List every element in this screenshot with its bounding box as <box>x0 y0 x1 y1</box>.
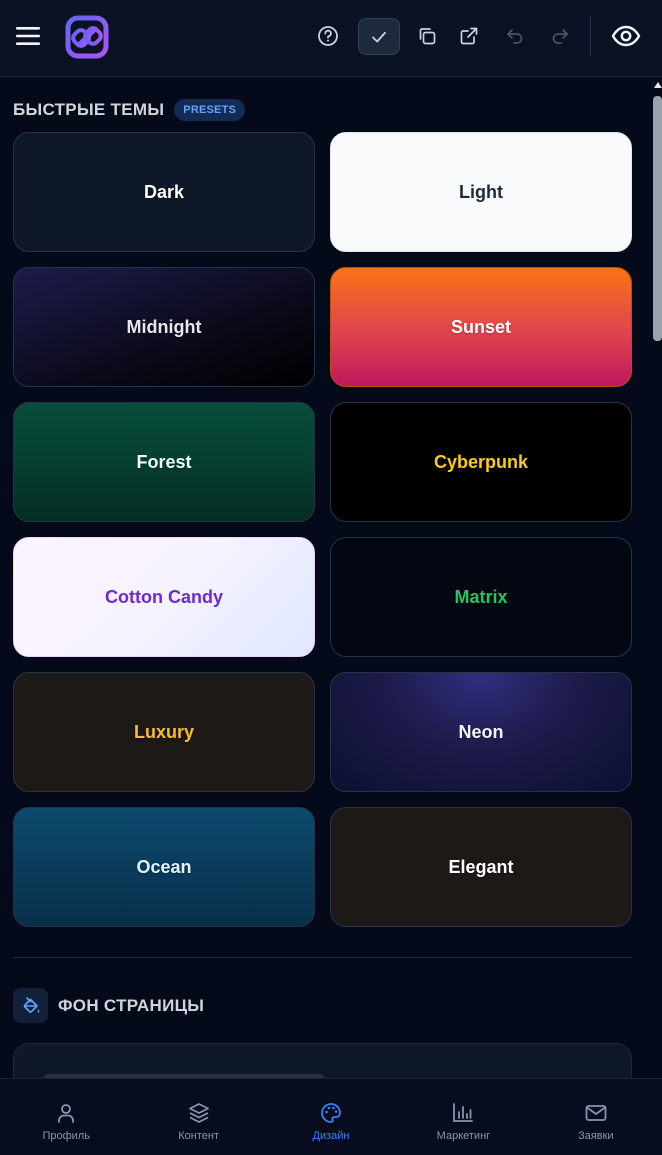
palette-icon <box>321 1103 341 1123</box>
theme-card-cyberpunk[interactable]: Cyberpunk <box>330 402 632 522</box>
bar-chart-icon <box>453 1103 474 1122</box>
theme-card-forest[interactable]: Forest <box>13 402 315 522</box>
check-button[interactable] <box>358 18 400 55</box>
layers-icon <box>188 1103 209 1123</box>
nav-label: Маркетинг <box>436 1130 491 1142</box>
presets-badge: PRESETS <box>174 99 246 121</box>
menu-icon[interactable] <box>12 18 44 54</box>
nav-label: Дизайн <box>312 1130 350 1142</box>
undo-icon[interactable] <box>500 20 530 52</box>
theme-card-luxury[interactable]: Luxury <box>13 672 315 792</box>
theme-card-cotton-candy[interactable]: Cotton Candy <box>13 537 315 657</box>
theme-card-neon[interactable]: Neon <box>330 672 632 792</box>
theme-card-matrix[interactable]: Matrix <box>330 537 632 657</box>
theme-card-dark[interactable]: Dark <box>13 132 315 252</box>
section-divider <box>13 957 632 958</box>
toolbar-divider <box>590 16 591 56</box>
redo-icon[interactable] <box>545 20 575 52</box>
help-icon[interactable] <box>312 20 344 52</box>
theme-card-midnight[interactable]: Midnight <box>13 267 315 387</box>
nav-label: Контент <box>178 1130 219 1142</box>
top-bar <box>0 0 662 77</box>
theme-card-ocean[interactable]: Ocean <box>13 807 315 927</box>
copy-icon[interactable] <box>412 20 442 52</box>
nav-item-requests[interactable]: Заявки <box>530 1079 662 1155</box>
eye-icon[interactable] <box>608 18 644 54</box>
theme-card-sunset[interactable]: Sunset <box>330 267 632 387</box>
theme-grid: Dark Light Midnight Sunset Forest Cyberp… <box>13 132 632 927</box>
check-icon <box>372 31 386 42</box>
nav-label: Профиль <box>42 1130 90 1142</box>
presets-section-header: БЫСТРЫЕ ТЕМЫ PRESETS <box>13 98 246 122</box>
nav-item-marketing[interactable]: Маркетинг <box>397 1079 529 1155</box>
nav-item-profile[interactable]: Профиль <box>0 1079 132 1155</box>
theme-card-light[interactable]: Light <box>330 132 632 252</box>
scrollbar-thumb[interactable] <box>653 96 662 341</box>
section-title: БЫСТРЫЕ ТЕМЫ <box>13 100 165 119</box>
nav-label: Заявки <box>578 1130 614 1142</box>
external-link-icon[interactable] <box>454 20 484 52</box>
background-section-header: ФОН СТРАНИЦЫ <box>13 988 204 1023</box>
bottom-nav: Профиль Контент Дизайн Маркетинг Заявки <box>0 1078 662 1155</box>
mail-icon <box>585 1105 607 1121</box>
paint-bucket-icon <box>13 988 48 1023</box>
nav-item-content[interactable]: Контент <box>132 1079 264 1155</box>
theme-card-elegant[interactable]: Elegant <box>330 807 632 927</box>
scroll-up-arrow[interactable] <box>654 82 662 88</box>
logo-icon[interactable] <box>64 14 110 60</box>
nav-item-design[interactable]: Дизайн <box>265 1079 397 1155</box>
background-section-title: ФОН СТРАНИЦЫ <box>58 995 205 1015</box>
user-icon <box>58 1104 75 1123</box>
